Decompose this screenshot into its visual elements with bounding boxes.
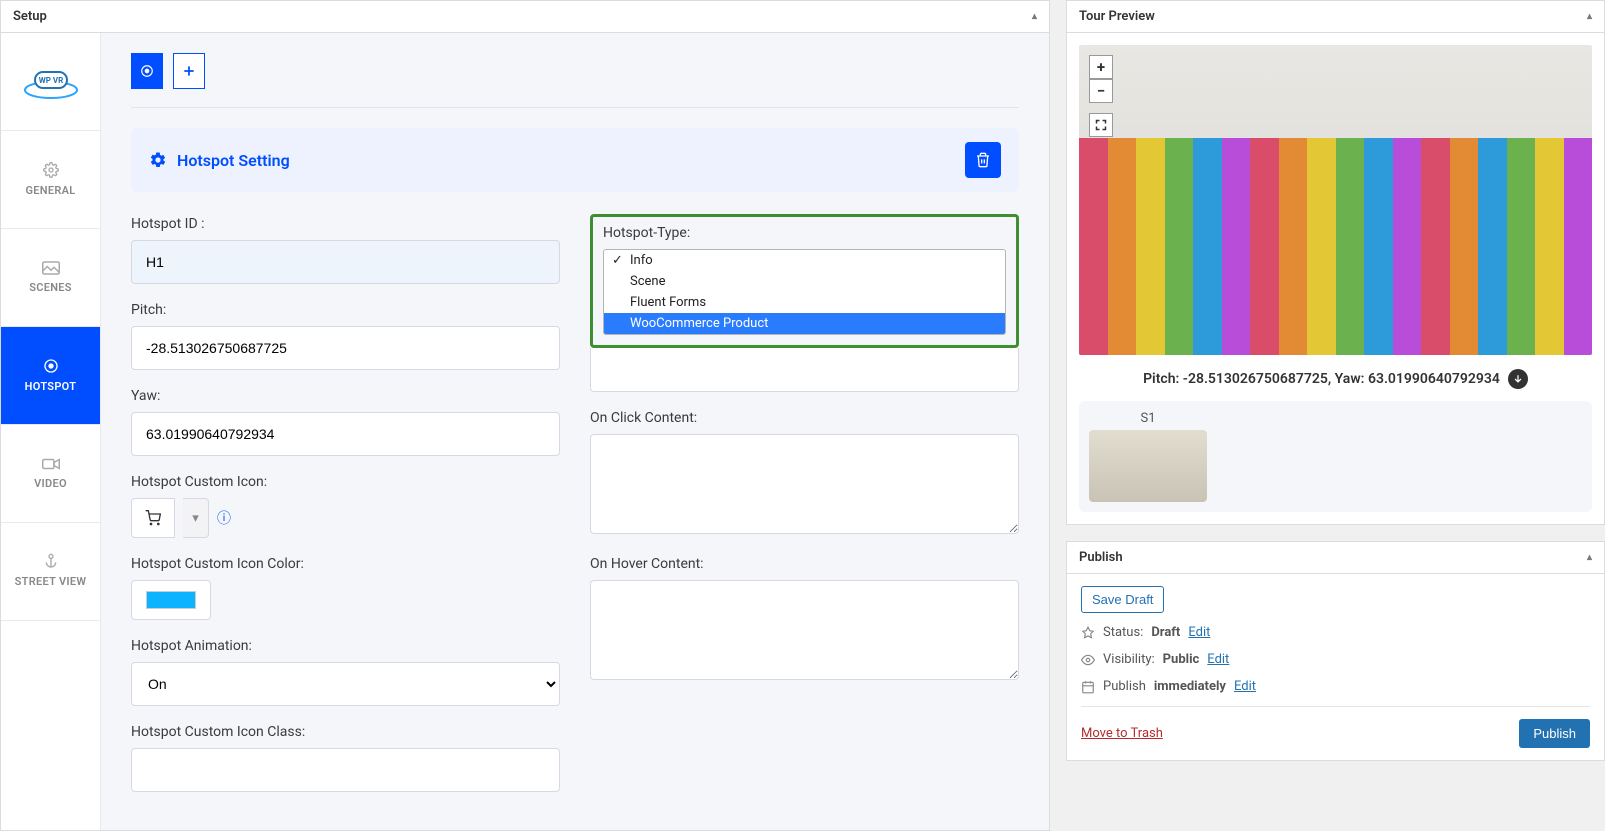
section-title: Hotspot Setting	[177, 151, 290, 170]
target-icon	[43, 358, 59, 374]
icon-class-label: Hotspot Custom Icon Class:	[131, 724, 560, 740]
hotspot-tab-current[interactable]	[131, 53, 163, 89]
custom-icon-button[interactable]	[131, 498, 175, 538]
gear-icon	[149, 151, 167, 169]
status-label: Status:	[1103, 625, 1143, 640]
dropdown-option-info[interactable]: Info	[604, 250, 1005, 271]
eye-icon	[1081, 653, 1095, 667]
scene-label: S1	[1089, 411, 1207, 426]
icon-color-label: Hotspot Custom Icon Color:	[131, 556, 560, 572]
zoom-in-button[interactable]: +	[1089, 55, 1113, 79]
hotspot-type-highlight: Hotspot-Type: Info Scene Fluent Forms Wo…	[590, 214, 1019, 348]
on-hover-label: On Hover Content:	[590, 556, 1019, 572]
edit-visibility-link[interactable]: Edit	[1207, 652, 1229, 667]
sidebar-item-video[interactable]: VIDEO	[1, 425, 100, 523]
pitch-input[interactable]	[131, 326, 560, 370]
icon-color-picker[interactable]	[131, 580, 211, 620]
on-click-content-input[interactable]	[590, 434, 1019, 534]
on-hover-content-input[interactable]	[590, 580, 1019, 680]
dropdown-option-woocommerce[interactable]: WooCommerce Product	[604, 313, 1005, 334]
visibility-value: Public	[1163, 652, 1200, 667]
move-to-trash-link[interactable]: Move to Trash	[1081, 726, 1163, 741]
schedule-value: immediately	[1154, 679, 1226, 694]
hotspot-type-label: Hotspot-Type:	[603, 225, 1006, 241]
yaw-label: Yaw:	[131, 388, 560, 404]
wpvr-logo: WP VR	[1, 33, 100, 131]
setup-title: Setup	[13, 9, 47, 24]
sidebar-item-hotspot[interactable]: HOTSPOT	[1, 327, 100, 425]
zoom-out-button[interactable]: −	[1089, 79, 1113, 103]
preview-coordinates: Pitch: -28.513026750687725, Yaw: 63.0199…	[1143, 371, 1500, 387]
delete-hotspot-button[interactable]	[965, 142, 1001, 178]
svg-text:WP VR: WP VR	[38, 76, 63, 85]
sidebar-item-label: STREET VIEW	[15, 575, 87, 589]
gear-icon	[43, 162, 59, 178]
publish-button[interactable]: Publish	[1519, 719, 1590, 748]
edit-schedule-link[interactable]: Edit	[1234, 679, 1256, 694]
animation-select[interactable]: On	[131, 662, 560, 706]
preview-panel-header[interactable]: Tour Preview ▴	[1067, 1, 1604, 33]
sidebar-item-scenes[interactable]: SCENES	[1, 229, 100, 327]
status-value: Draft	[1151, 625, 1180, 640]
setup-panel-header[interactable]: Setup ▴	[1, 1, 1049, 33]
dropdown-option-fluentforms[interactable]: Fluent Forms	[604, 292, 1005, 313]
sidebar-item-label: SCENES	[29, 281, 72, 294]
image-icon	[42, 261, 60, 275]
sidebar-item-general[interactable]: GENERAL	[1, 131, 100, 229]
color-swatch	[146, 591, 196, 609]
hotspot-id-label: Hotspot ID :	[131, 216, 560, 232]
save-draft-button[interactable]: Save Draft	[1081, 586, 1164, 613]
panorama-viewer[interactable]: + −	[1079, 45, 1592, 355]
dropdown-option-scene[interactable]: Scene	[604, 271, 1005, 292]
hotspot-id-input[interactable]	[131, 240, 560, 284]
scene-strip: S1	[1079, 401, 1592, 512]
video-icon	[42, 457, 60, 471]
fullscreen-button[interactable]	[1089, 113, 1113, 137]
hotspot-type-select-bg	[590, 348, 1019, 392]
publish-panel-header[interactable]: Publish ▴	[1067, 542, 1604, 574]
hotspot-section-header: Hotspot Setting	[131, 128, 1019, 192]
preview-title: Tour Preview	[1079, 9, 1155, 24]
divider	[131, 107, 1019, 108]
on-click-label: On Click Content:	[590, 410, 1019, 426]
sidebar-item-streetview[interactable]: STREET VIEW	[1, 523, 100, 621]
collapse-icon: ▴	[1032, 11, 1037, 22]
edit-status-link[interactable]: Edit	[1188, 625, 1210, 640]
scene-thumbnail[interactable]: S1	[1089, 411, 1207, 502]
pin-icon	[1081, 626, 1095, 640]
add-hotspot-tab[interactable]	[173, 53, 205, 89]
collapse-icon: ▴	[1587, 11, 1592, 22]
sidebar-item-label: HOTSPOT	[25, 380, 77, 393]
sidebar-item-label: GENERAL	[25, 184, 75, 197]
scene-image	[1089, 430, 1207, 502]
pitch-label: Pitch:	[131, 302, 560, 318]
custom-icon-dropdown[interactable]: ▾	[183, 498, 209, 538]
yaw-input[interactable]	[131, 412, 560, 456]
hotspot-type-dropdown[interactable]: Info Scene Fluent Forms WooCommerce Prod…	[603, 249, 1006, 335]
custom-icon-label: Hotspot Custom Icon:	[131, 474, 560, 490]
apply-coordinates-button[interactable]	[1508, 369, 1528, 389]
schedule-label: Publish	[1103, 679, 1146, 694]
anchor-icon	[43, 553, 59, 569]
animation-label: Hotspot Animation:	[131, 638, 560, 654]
info-icon[interactable]: ⓘ	[217, 508, 231, 528]
calendar-icon	[1081, 680, 1095, 694]
cart-icon	[145, 510, 161, 526]
sidebar-nav: WP VR GENERAL SCENES HOTSPOT	[1, 33, 101, 830]
publish-title: Publish	[1079, 550, 1123, 565]
icon-class-input[interactable]	[131, 748, 560, 792]
visibility-label: Visibility:	[1103, 652, 1155, 667]
collapse-icon: ▴	[1587, 552, 1592, 563]
sidebar-item-label: VIDEO	[34, 477, 67, 490]
